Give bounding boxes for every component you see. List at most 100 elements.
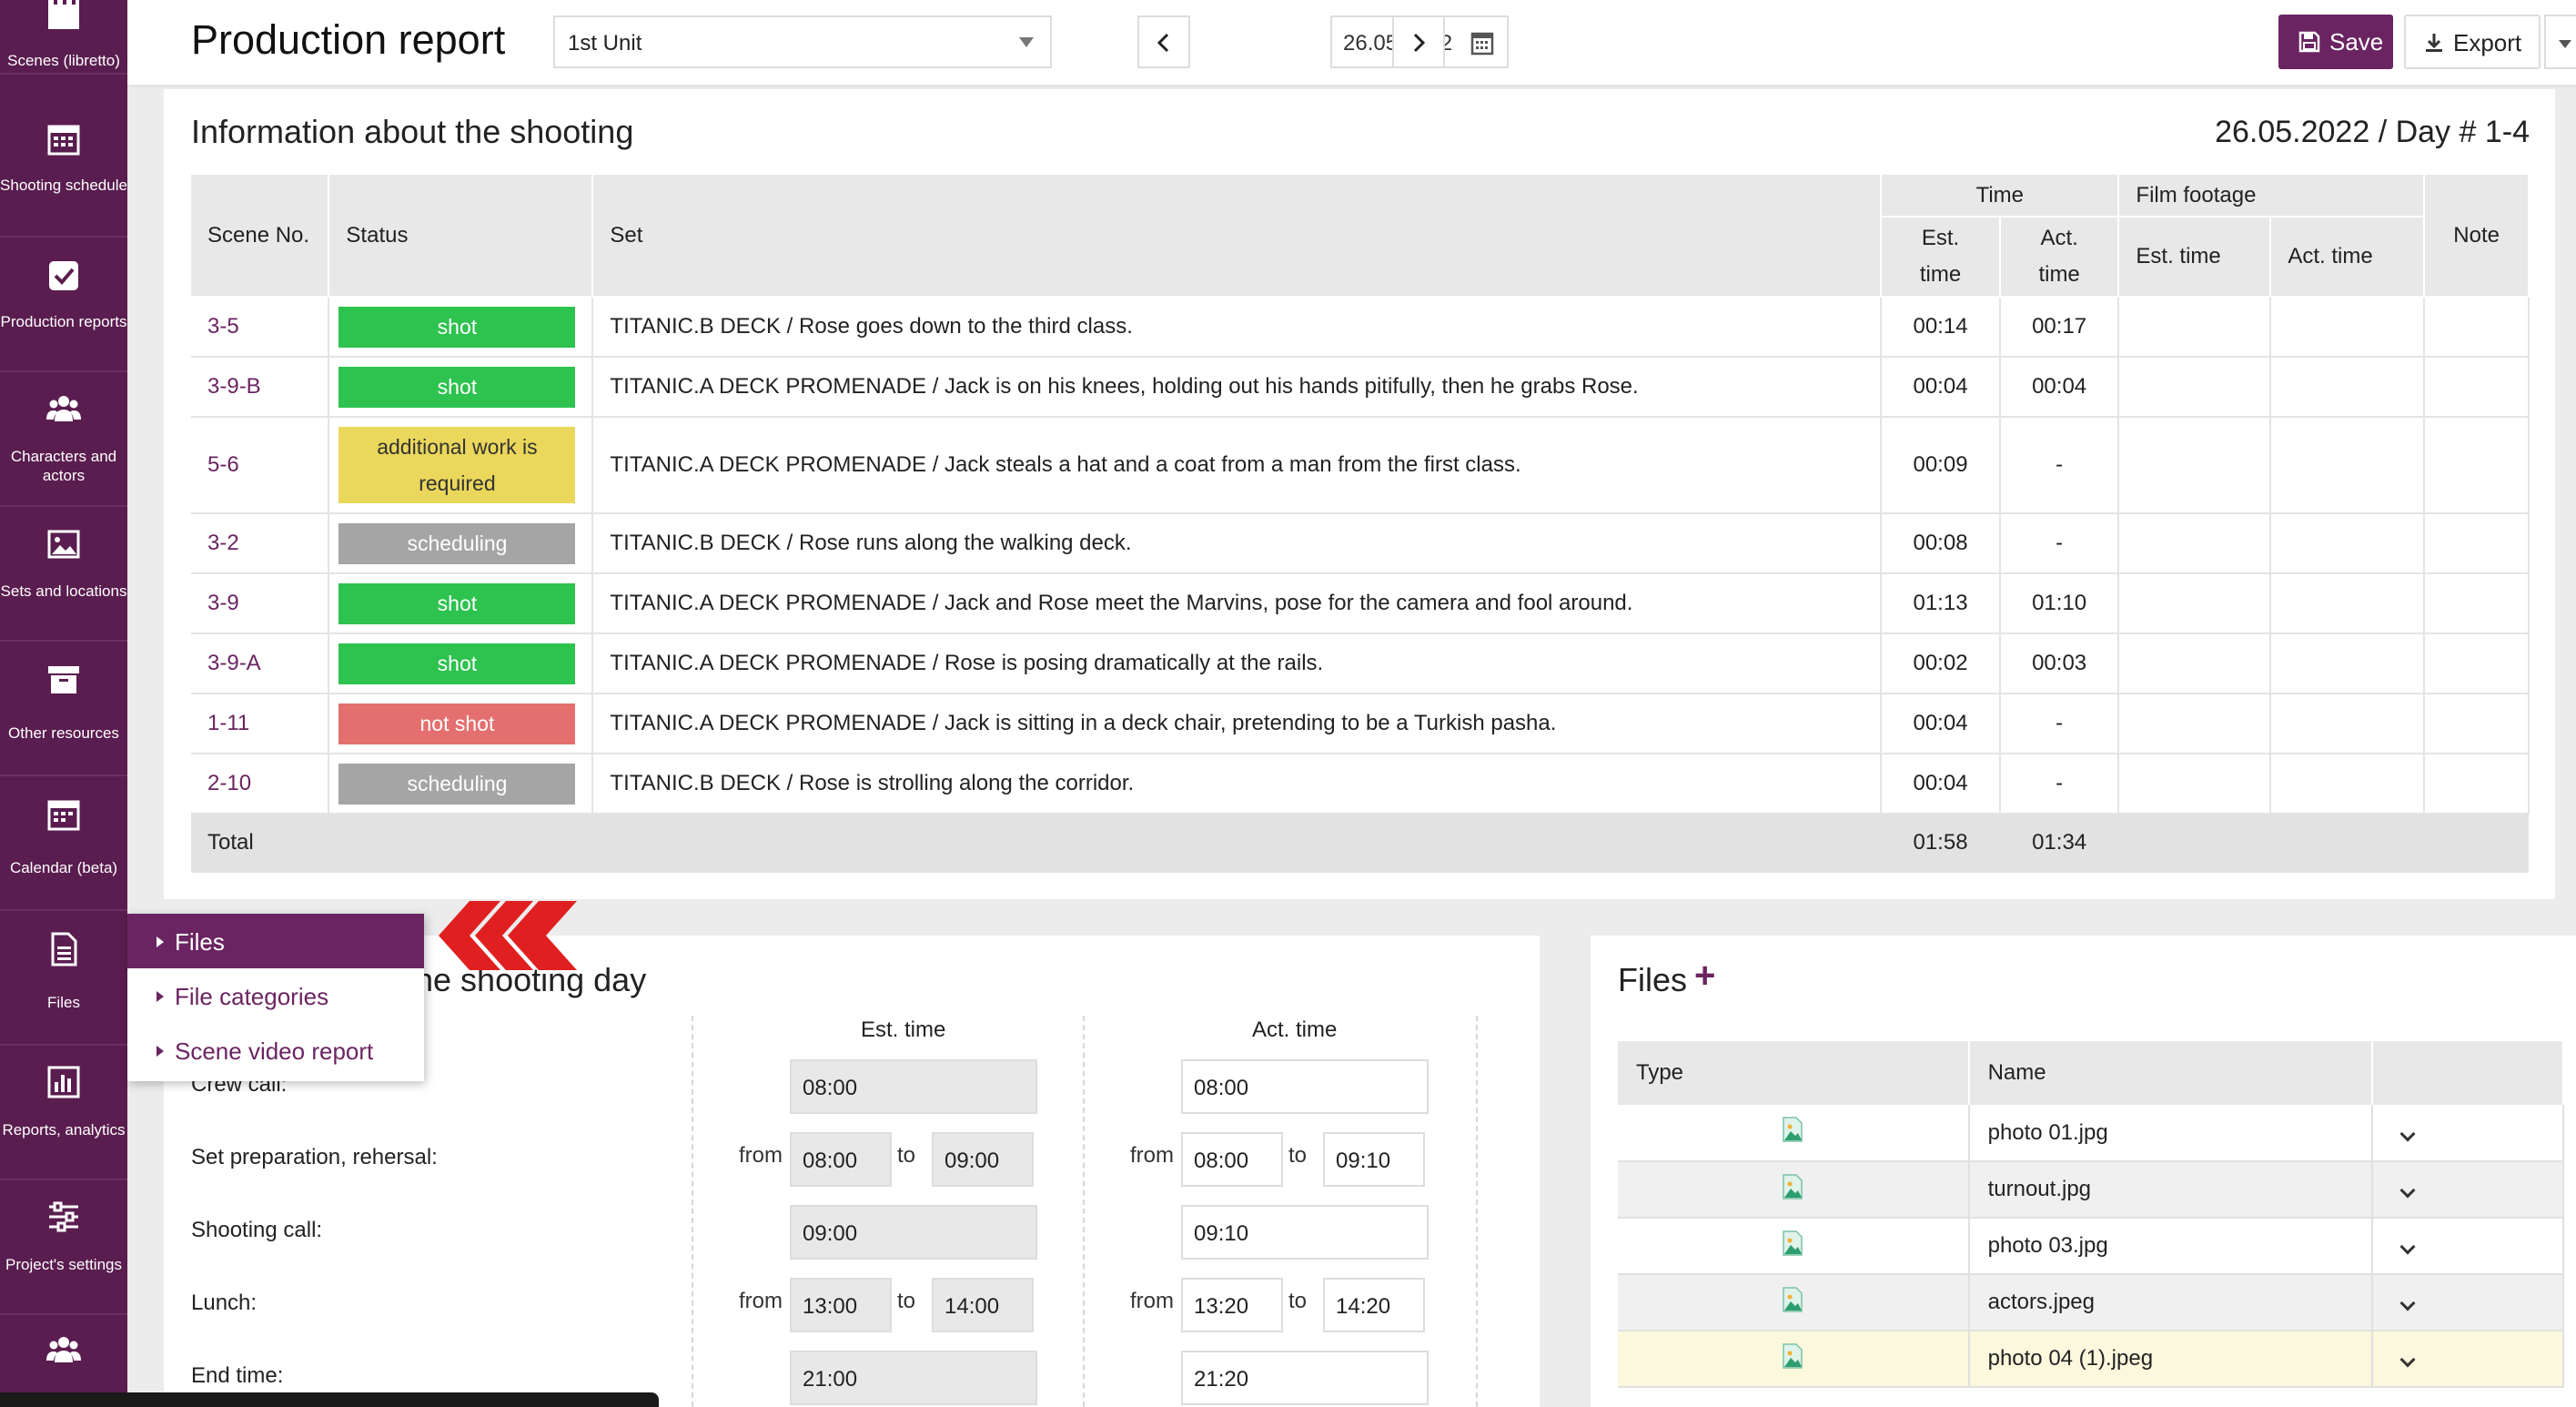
status-badge[interactable]: not shot: [338, 703, 576, 744]
table-row[interactable]: 3-2 scheduling TITANIC.B DECK / Rose run…: [191, 513, 2530, 574]
ff-act-cell[interactable]: [2270, 513, 2426, 574]
file-name[interactable]: photo 01.jpg: [1968, 1105, 2374, 1162]
sidebar-item-production-reports[interactable]: Production reports: [0, 239, 127, 372]
status-badge[interactable]: shot: [338, 582, 576, 624]
scene-number-link[interactable]: 3-9-B: [191, 357, 330, 418]
prep-est-to-input[interactable]: 09:00: [932, 1132, 1034, 1187]
status-badge[interactable]: shot: [338, 306, 576, 348]
lunch-act-from-input[interactable]: 13:20: [1181, 1278, 1283, 1332]
ff-est-cell[interactable]: [2118, 513, 2272, 574]
ff-est-cell[interactable]: [2118, 693, 2272, 754]
table-row[interactable]: 3-5 shot TITANIC.B DECK / Rose goes down…: [191, 297, 2530, 358]
col-type[interactable]: Type: [1618, 1041, 1970, 1105]
ff-est-cell[interactable]: [2118, 754, 2272, 815]
scene-number-link[interactable]: 3-5: [191, 297, 330, 358]
note-cell[interactable]: [2424, 513, 2530, 574]
chevron-down-icon[interactable]: [2399, 1182, 2416, 1199]
note-cell[interactable]: [2424, 573, 2530, 634]
col-est-time[interactable]: Est. time: [1881, 217, 2001, 298]
ff-est-cell[interactable]: [2118, 573, 2272, 634]
chevron-down-icon[interactable]: [2399, 1295, 2416, 1311]
note-cell[interactable]: [2424, 693, 2530, 754]
status-badge[interactable]: additional work is required: [338, 427, 576, 503]
ff-act-cell[interactable]: [2270, 633, 2426, 694]
note-cell[interactable]: [2424, 357, 2530, 418]
calendar-icon[interactable]: [1470, 30, 1494, 56]
sidebar-item-files[interactable]: Files: [0, 913, 127, 1046]
crew-call-est-input[interactable]: 08:00: [790, 1059, 1037, 1114]
table-row[interactable]: 3-9 shot TITANIC.A DECK PROMENADE / Jack…: [191, 573, 2530, 634]
sidebar-item-project-settings[interactable]: Project's settings: [0, 1182, 127, 1315]
note-cell[interactable]: [2424, 417, 2530, 514]
col-name[interactable]: Name: [1968, 1041, 2374, 1105]
menu-item-files[interactable]: Files: [127, 914, 424, 968]
prep-act-from-input[interactable]: 08:00: [1181, 1132, 1283, 1187]
ff-est-cell[interactable]: [2118, 633, 2272, 694]
status-badge[interactable]: scheduling: [338, 522, 576, 564]
add-file-button[interactable]: +: [1694, 956, 1715, 997]
table-row[interactable]: 1-11 not shot TITANIC.A DECK PROMENADE /…: [191, 693, 2530, 754]
lunch-est-to-input[interactable]: 14:00: [932, 1278, 1034, 1332]
menu-item-scene-video-report[interactable]: Scene video report: [127, 1023, 424, 1078]
ff-act-cell[interactable]: [2270, 573, 2426, 634]
sidebar-item-scenes[interactable]: Scenes (libretto): [0, 0, 127, 75]
file-row[interactable]: photo 01.jpg: [1618, 1105, 2564, 1162]
save-button[interactable]: Save: [2278, 15, 2393, 69]
file-row[interactable]: photo 03.jpg: [1618, 1218, 2564, 1275]
sidebar-item-sets-locations[interactable]: Sets and locations: [0, 509, 127, 642]
lunch-act-to-input[interactable]: 14:20: [1323, 1278, 1425, 1332]
col-scene-no[interactable]: Scene No.: [191, 175, 330, 298]
file-row[interactable]: actors.jpeg: [1618, 1274, 2564, 1331]
col-set[interactable]: Set: [592, 175, 1883, 298]
ff-act-cell[interactable]: [2270, 357, 2426, 418]
chevron-down-icon[interactable]: [2399, 1351, 2416, 1368]
chevron-down-icon[interactable]: [2399, 1126, 2416, 1141]
prep-est-from-input[interactable]: 08:00: [790, 1132, 892, 1187]
sidebar-item-calendar[interactable]: Calendar (beta): [0, 778, 127, 911]
file-name[interactable]: photo 03.jpg: [1968, 1218, 2374, 1275]
prep-act-to-input[interactable]: 09:10: [1323, 1132, 1425, 1187]
crew-call-act-input[interactable]: 08:00: [1181, 1059, 1429, 1114]
sidebar-item-characters[interactable]: Characters and actors: [0, 374, 127, 507]
export-button[interactable]: Export: [2404, 15, 2541, 69]
file-row[interactable]: turnout.jpg: [1618, 1161, 2564, 1219]
scene-number-link[interactable]: 3-9: [191, 573, 330, 634]
scene-number-link[interactable]: 3-9-A: [191, 633, 330, 694]
table-row[interactable]: 5-6 additional work is required TITANIC.…: [191, 417, 2530, 514]
status-badge[interactable]: shot: [338, 366, 576, 408]
file-name[interactable]: turnout.jpg: [1968, 1161, 2374, 1219]
sidebar-item-reports-analytics[interactable]: Reports, analytics: [0, 1048, 127, 1180]
table-row[interactable]: 3-9-A shot TITANIC.A DECK PROMENADE / Ro…: [191, 633, 2530, 694]
ff-act-cell[interactable]: [2270, 754, 2426, 815]
ff-est-cell[interactable]: [2118, 417, 2272, 514]
file-name[interactable]: actors.jpeg: [1968, 1274, 2374, 1331]
note-cell[interactable]: [2424, 633, 2530, 694]
sidebar-item-other-resources[interactable]: Other resources: [0, 643, 127, 776]
sidebar-item-shooting-schedule[interactable]: Shooting schedule: [0, 105, 127, 238]
scene-number-link[interactable]: 2-10: [191, 754, 330, 815]
ff-act-cell[interactable]: [2270, 693, 2426, 754]
shooting-call-est-input[interactable]: 09:00: [790, 1205, 1037, 1260]
unit-select[interactable]: 1st Unit: [553, 15, 1052, 68]
note-cell[interactable]: [2424, 297, 2530, 358]
table-row[interactable]: 2-10 scheduling TITANIC.B DECK / Rose is…: [191, 754, 2530, 815]
col-act-time[interactable]: Act. time: [1999, 217, 2120, 298]
ff-act-cell[interactable]: [2270, 417, 2426, 514]
lunch-est-from-input[interactable]: 13:00: [790, 1278, 892, 1332]
scene-number-link[interactable]: 3-2: [191, 513, 330, 574]
status-badge[interactable]: scheduling: [338, 763, 576, 805]
menu-item-file-categories[interactable]: File categories: [127, 968, 424, 1023]
prev-date-button[interactable]: [1137, 15, 1190, 68]
col-status[interactable]: Status: [328, 175, 594, 298]
file-name[interactable]: photo 04 (1).jpeg: [1968, 1331, 2374, 1388]
ff-act-cell[interactable]: [2270, 297, 2426, 358]
shooting-call-act-input[interactable]: 09:10: [1181, 1205, 1429, 1260]
note-cell[interactable]: [2424, 754, 2530, 815]
next-date-button[interactable]: [1392, 15, 1445, 68]
chevron-down-icon[interactable]: [2399, 1239, 2416, 1255]
scene-number-link[interactable]: 1-11: [191, 693, 330, 754]
table-row[interactable]: 3-9-B shot TITANIC.A DECK PROMENADE / Ja…: [191, 357, 2530, 418]
end-time-est-input[interactable]: 21:00: [790, 1351, 1037, 1405]
ff-est-cell[interactable]: [2118, 357, 2272, 418]
end-time-act-input[interactable]: 21:20: [1181, 1351, 1429, 1405]
